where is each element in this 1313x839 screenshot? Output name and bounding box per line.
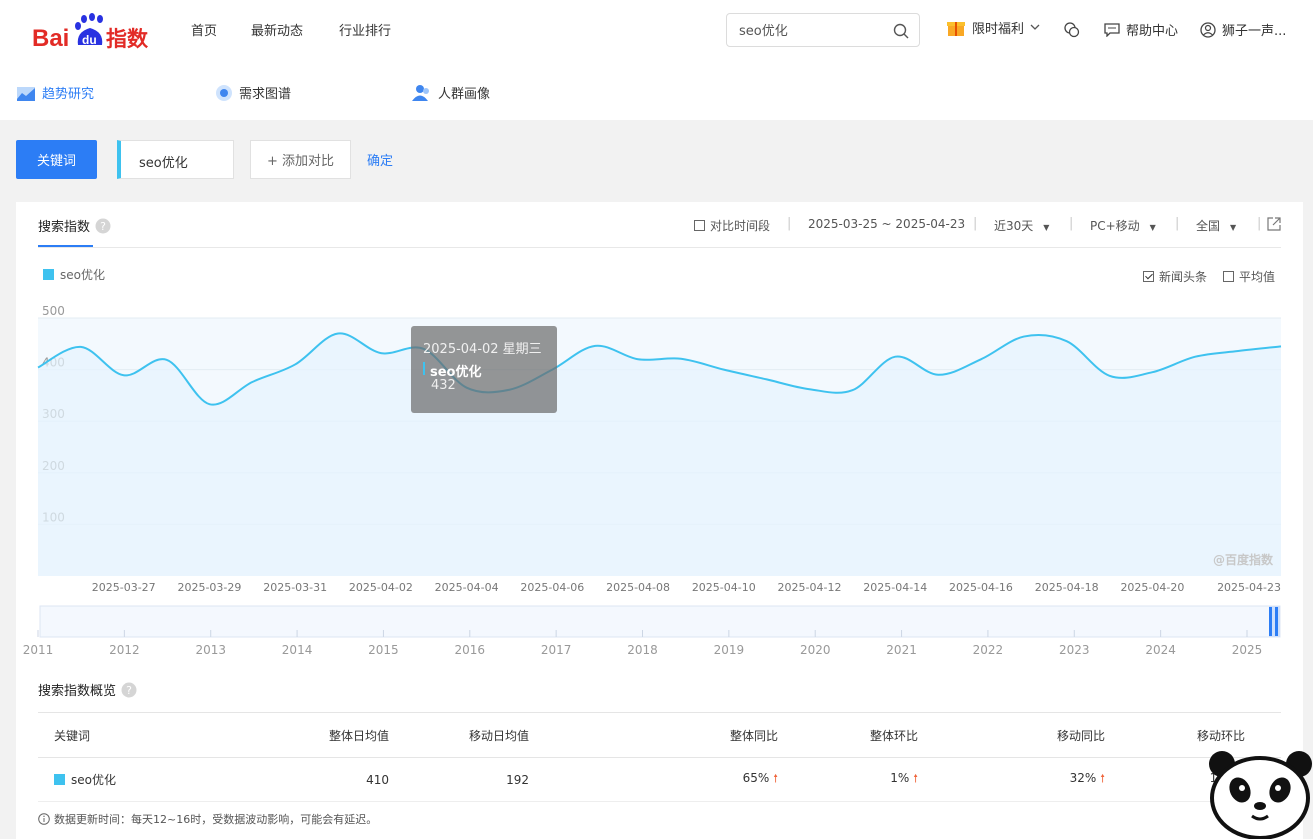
row-overall-mom: 1% 🠕 — [778, 757, 918, 802]
x-tick-label: 2025-04-08 — [606, 581, 670, 594]
keyword-color-swatch — [54, 774, 65, 785]
col-mobile-avg: 移动日均值 — [389, 712, 529, 758]
table-header-row: 关键词 整体日均值 移动日均值 整体同比 整体环比 移动同比 移动环比 — [38, 712, 1281, 758]
x-tick-label: 2025-04-02 — [349, 581, 413, 594]
year-label: 2011 — [23, 643, 54, 657]
update-note-text: 数据更新时间：每天12~16时，受数据波动影响，可能会有延迟。 — [54, 813, 378, 826]
year-label: 2020 — [800, 643, 831, 657]
overall-mom-value: 1% — [890, 771, 910, 785]
col-keyword: 关键词 — [38, 712, 228, 758]
x-tick-label: 2025-03-27 — [92, 581, 156, 594]
year-label: 2017 — [541, 643, 572, 657]
tooltip-series-marker — [423, 362, 425, 375]
col-overall-avg: 整体日均值 — [228, 712, 389, 758]
watermark: @百度指数 — [1213, 553, 1274, 567]
year-label: 2012 — [109, 643, 140, 657]
year-label: 2016 — [455, 643, 486, 657]
panda-mascot — [1209, 751, 1312, 839]
x-tick-label: 2025-04-18 — [1035, 581, 1099, 594]
mobile-yoy-value: 32% — [1069, 771, 1097, 785]
overview-slider — [39, 605, 1281, 638]
year-label: 2021 — [886, 643, 917, 657]
slider-handle-right — [1275, 607, 1278, 636]
x-tick-label: 2025-04-04 — [435, 581, 499, 594]
year-label: 2013 — [195, 643, 226, 657]
year-label: 2018 — [627, 643, 658, 657]
y-tick-label: 500 — [42, 304, 65, 318]
row-keyword-text: seo优化 — [71, 773, 116, 787]
x-tick-label: 2025-04-20 — [1120, 581, 1184, 594]
up-arrow-icon: 🠕 — [913, 772, 918, 785]
update-note: 数据更新时间：每天12~16时，受数据波动影响，可能会有延迟。 — [38, 811, 377, 827]
x-tick-label: 2025-03-29 — [177, 581, 241, 594]
chart-tooltip: 2025-04-02 星期三 seo优化 432 — [411, 326, 557, 413]
row-overall-avg: 410 — [228, 757, 389, 802]
up-arrow-icon: 🠕 — [773, 772, 778, 785]
year-label: 2022 — [973, 643, 1004, 657]
info-icon — [38, 813, 50, 825]
row-keyword: seo优化 — [38, 757, 228, 802]
year-label: 2024 — [1145, 643, 1176, 657]
year-label: 2019 — [714, 643, 745, 657]
x-tick-label: 2025-04-23 — [1217, 581, 1281, 594]
x-tick-label: 2025-04-12 — [778, 581, 842, 594]
search-index-chart[interactable]: 1002003004005002025-03-272025-03-292025-… — [0, 0, 1313, 670]
year-label: 2015 — [368, 643, 399, 657]
table-row: seo优化 410 192 65%🠕 1%🠕 32%🠕 10%🠕 — [38, 757, 1281, 802]
row-mobile-avg: 192 — [389, 757, 529, 802]
x-tick-label: 2025-04-06 — [520, 581, 584, 594]
row-overall-yoy: 65% 🠕 — [529, 757, 778, 802]
help-icon[interactable]: ? — [121, 682, 137, 698]
x-tick-label: 2025-04-16 — [949, 581, 1013, 594]
overview-title: 搜索指数概览 ? — [38, 680, 137, 699]
year-label: 2025 — [1232, 643, 1263, 657]
col-mobile-yoy: 移动同比 — [918, 712, 1105, 758]
col-overall-mom: 整体环比 — [778, 712, 918, 758]
slider-handle-left — [1269, 607, 1272, 636]
year-label: 2023 — [1059, 643, 1090, 657]
row-mobile-yoy: 32% 🠕 — [918, 757, 1105, 802]
overview-title-text: 搜索指数概览 — [38, 684, 117, 699]
col-overall-yoy: 整体同比 — [529, 712, 778, 758]
tooltip-date: 2025-04-02 星期三 — [423, 342, 542, 357]
tooltip-value: 432 — [431, 378, 456, 393]
x-tick-label: 2025-04-10 — [692, 581, 756, 594]
svg-text:?: ? — [126, 684, 132, 697]
up-arrow-icon: 🠕 — [1100, 772, 1105, 785]
overall-yoy-value: 65% — [742, 771, 770, 785]
year-label: 2014 — [282, 643, 313, 657]
x-tick-label: 2025-03-31 — [263, 581, 327, 594]
x-tick-label: 2025-04-14 — [863, 581, 927, 594]
overview-table: 关键词 整体日均值 移动日均值 整体同比 整体环比 移动同比 移动环比 seo优… — [38, 712, 1281, 802]
